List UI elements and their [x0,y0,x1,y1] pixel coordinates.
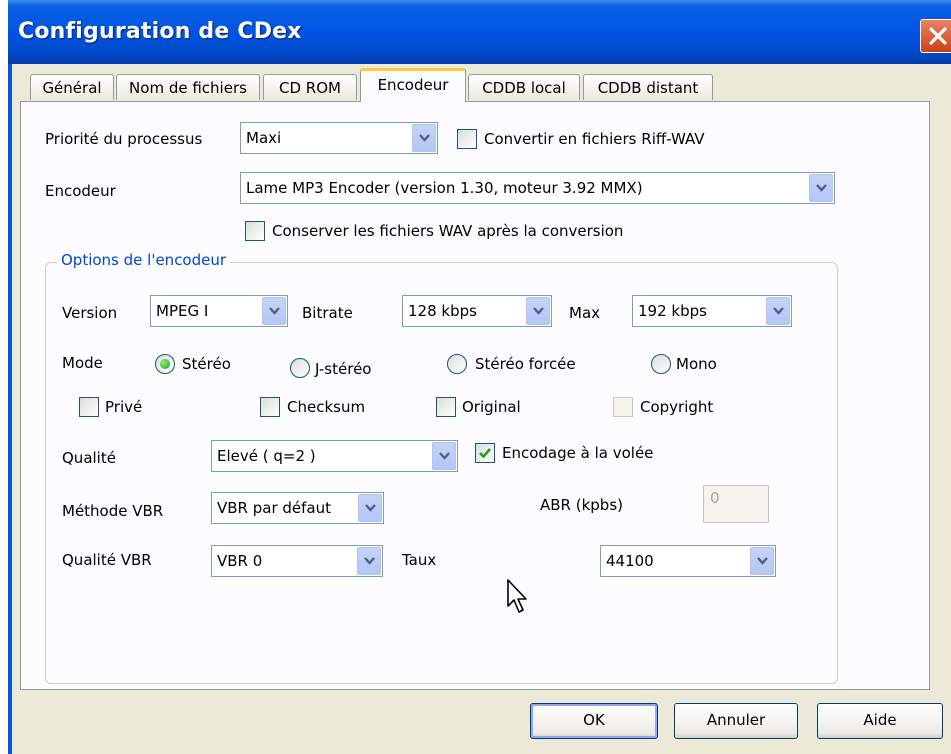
checksum-checkbox[interactable] [260,397,280,417]
rate-combo[interactable]: 44100 [600,545,776,577]
chevron-down-icon[interactable] [526,297,550,325]
tab-general[interactable]: Général [30,74,114,100]
priority-label: Priorité du processus [45,130,203,148]
mode-joint-stereo-radio[interactable] [290,358,310,378]
abr-input[interactable]: 0 [703,485,769,523]
private-checkbox[interactable] [79,397,99,417]
vbr-method-combo[interactable]: VBR par défaut [211,492,384,524]
version-value: MPEG I [156,302,209,320]
mode-mono-label: Mono [676,355,717,373]
quality-label: Qualité [62,449,116,467]
on-the-fly-checkbox[interactable] [475,443,495,463]
chevron-down-icon[interactable] [357,547,381,575]
title-bar[interactable]: Configuration de CDex [8,0,951,64]
vbr-method-label: Méthode VBR [62,502,164,520]
chevron-down-icon[interactable] [432,442,456,470]
copyright-checkbox[interactable] [613,397,633,417]
vbr-method-value: VBR par défaut [217,499,332,517]
mode-stereo-radio[interactable] [155,354,175,374]
quality-value: Elevé ( q=2 ) [217,447,316,465]
vbr-quality-value: VBR 0 [217,552,263,570]
chevron-down-icon[interactable] [750,547,774,575]
bitrate-combo[interactable]: 128 kbps [402,295,552,327]
max-bitrate-value: 192 kbps [638,302,707,320]
original-label: Original [462,398,521,416]
vbr-quality-combo[interactable]: VBR 0 [211,545,383,577]
checksum-label: Checksum [287,398,366,416]
abr-value: 0 [710,489,720,507]
bitrate-value: 128 kbps [408,302,477,320]
priority-combo[interactable]: Maxi [240,122,438,154]
mode-forced-stereo-radio[interactable] [447,354,467,374]
version-combo[interactable]: MPEG I [150,295,288,327]
convert-riff-label: Convertir en fichiers Riff-WAV [484,130,705,148]
mode-stereo-label: Stéréo [182,355,231,373]
max-label: Max [569,304,601,322]
priority-value: Maxi [246,129,282,147]
chevron-down-icon[interactable] [262,297,286,325]
encoder-options-title: Options de l'encodeur [57,251,231,269]
tab-encoder[interactable]: Encodeur [360,68,466,102]
keep-wav-checkbox[interactable] [245,221,265,241]
encoder-value: Lame MP3 Encoder (version 1.30, moteur 3… [246,179,643,197]
mode-label: Mode [62,354,103,372]
mouse-pointer-icon [506,578,532,620]
mode-mono-radio[interactable] [651,354,671,374]
rate-label: Taux [402,551,437,569]
copyright-label: Copyright [640,398,714,416]
convert-riff-checkbox[interactable] [457,129,477,149]
keep-wav-label: Conserver les fichiers WAV après la conv… [272,222,624,240]
chevron-down-icon[interactable] [412,124,436,152]
encoder-label: Encodeur [45,182,116,200]
bitrate-label: Bitrate [302,304,353,322]
version-label: Version [62,304,118,322]
window-title: Configuration de CDex [18,19,302,44]
tab-file-names[interactable]: Nom de fichiers [116,74,260,100]
rate-value: 44100 [606,552,654,570]
mode-forced-stereo-label: Stéréo forcée [475,355,576,373]
tab-cd-rom[interactable]: CD ROM [263,74,357,100]
help-button[interactable]: Aide [817,703,943,739]
radio-selected-dot [160,359,170,369]
ok-button[interactable]: OK [530,703,658,739]
vbr-quality-label: Qualité VBR [62,551,152,569]
chevron-down-icon[interactable] [358,494,382,522]
on-the-fly-label: Encodage à la volée [502,444,654,462]
cancel-button[interactable]: Annuler [674,703,798,739]
encoder-combo[interactable]: Lame MP3 Encoder (version 1.30, moteur 3… [240,172,835,204]
original-checkbox[interactable] [436,397,456,417]
tab-cddb-local[interactable]: CDDB local [468,74,580,100]
chevron-down-icon[interactable] [766,297,790,325]
close-button[interactable] [920,19,951,53]
mode-joint-stereo-label: J-stéréo [315,360,372,378]
chevron-down-icon[interactable] [809,174,833,202]
quality-combo[interactable]: Elevé ( q=2 ) [211,440,458,472]
abr-label: ABR (kpbs) [540,496,623,514]
tab-cddb-remote[interactable]: CDDB distant [583,74,713,100]
private-label: Privé [105,398,143,416]
max-bitrate-combo[interactable]: 192 kbps [632,295,792,327]
